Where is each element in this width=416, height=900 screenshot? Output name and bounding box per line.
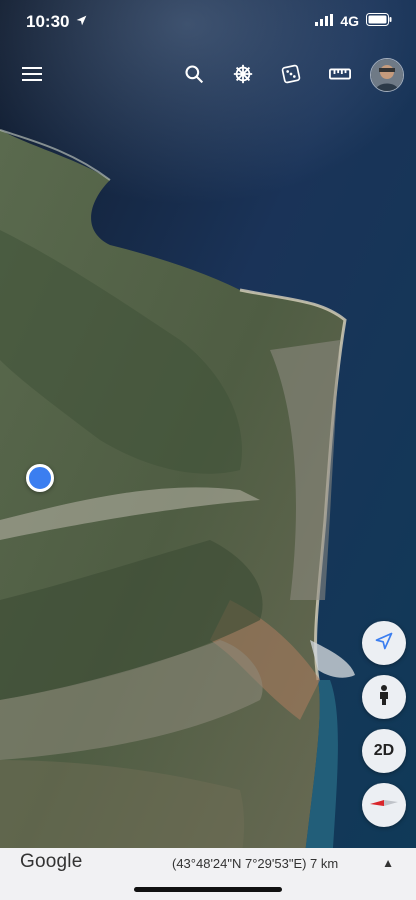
status-bar: 10:30 4G [0,0,416,46]
compass-icon [369,795,399,816]
pegman-icon [375,684,393,711]
location-arrow-icon [75,12,88,32]
battery-icon [366,13,392,29]
map-imagery [0,0,416,900]
navigation-arrow-icon [374,631,394,656]
home-indicator [134,887,282,892]
avatar-image [371,59,403,91]
compass-button[interactable] [362,783,406,827]
search-icon [184,64,204,89]
status-time: 10:30 [26,12,70,31]
search-button[interactable] [174,56,214,96]
my-location-button[interactable] [362,621,406,665]
toggle-2d-button[interactable]: 2D [362,729,406,773]
menu-button[interactable] [12,56,52,96]
ruler-icon [329,67,351,86]
top-toolbar [0,56,416,96]
bottom-info-bar: Google (43°48'24"N 7°29'53"E) 7 km ▲ [0,848,416,900]
toggle-2d-label: 2D [373,742,395,759]
network-type: 4G [340,13,359,29]
signal-bars-icon [315,13,334,29]
feeling-lucky-button[interactable] [271,56,311,96]
my-location-dot[interactable] [26,464,54,492]
expand-caret-button[interactable]: ▲ [382,856,394,870]
measure-button[interactable] [320,56,360,96]
dice-icon [281,64,301,89]
google-logo: Google [20,851,83,872]
street-view-button[interactable] [362,675,406,719]
hamburger-menu-icon [22,66,42,87]
satellite-map[interactable] [0,0,416,900]
coordinates-scale-readout: (43°48'24"N 7°29'53"E) 7 km [172,856,339,871]
ship-wheel-icon [232,63,254,90]
account-avatar[interactable] [370,58,404,92]
voyager-button[interactable] [223,56,263,96]
